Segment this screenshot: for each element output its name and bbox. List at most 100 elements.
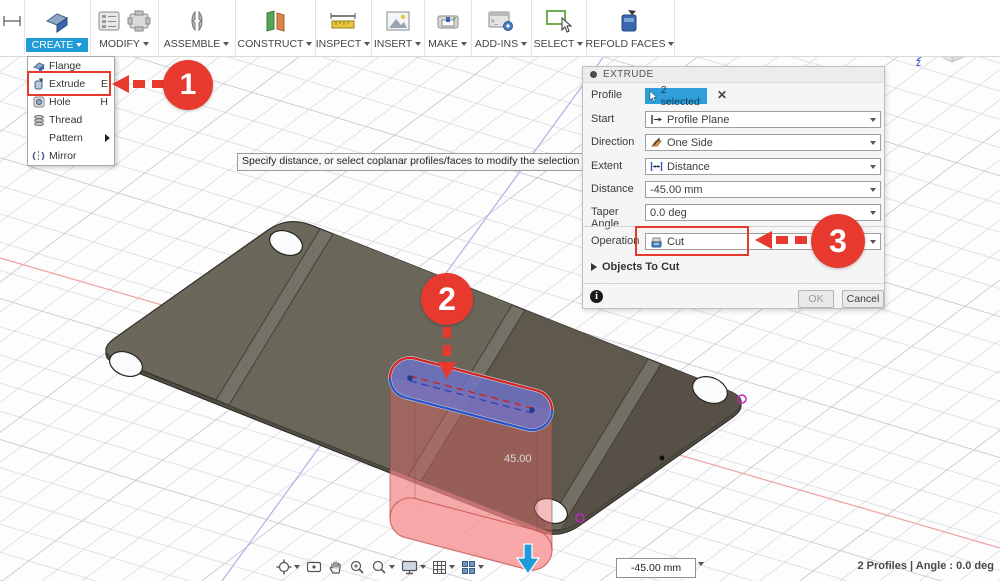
extrude-dialog: EXTRUDE Profile 2 selected ✕ Start Profi… [582, 66, 885, 309]
status-tooltip: Specify distance, or select coplanar pro… [237, 153, 584, 171]
hole-icon [32, 96, 45, 109]
toolbar-group-insert[interactable]: INSERT [371, 0, 425, 55]
toolbar-group-addins[interactable]: >_ ADD-INS [471, 0, 532, 55]
make-printer-icon [435, 10, 461, 32]
objects-to-cut-label: Objects To Cut [602, 261, 679, 273]
pan-tool-button[interactable] [328, 560, 343, 575]
chevron-down-icon [306, 42, 312, 46]
sketch-midpoint[interactable] [660, 456, 665, 461]
info-icon[interactable]: i [590, 290, 603, 303]
flange-icon [44, 9, 70, 33]
menu-item-thread[interactable]: Thread [28, 111, 114, 129]
select-menu-button[interactable]: SELECT [534, 38, 584, 50]
toolbar-group-construct[interactable]: CONSTRUCT [235, 0, 316, 55]
callout-1: 1 [163, 60, 213, 110]
profile-selection-count: 2 selected [661, 84, 707, 108]
toolbar-group-modify[interactable]: MODIFY [90, 0, 159, 55]
extrude-dimension-label: 45.00 [504, 453, 532, 465]
slot-center-point-2[interactable] [529, 407, 535, 413]
dialog-title: EXTRUDE [603, 69, 654, 80]
main-toolbar: CREATE MODIFY ASSEMBLE CONSTRUCT INSPECT… [0, 0, 1000, 57]
highlight-box-extrude [27, 71, 111, 96]
profile-selection-chip[interactable]: 2 selected [645, 88, 707, 104]
distance-value: -45.00 mm [650, 184, 703, 196]
grid-settings-button[interactable] [432, 560, 455, 575]
menu-item-pattern[interactable]: Pattern [28, 129, 114, 147]
zoom-tool-button[interactable] [349, 559, 365, 575]
highlight-box-operation [635, 226, 749, 256]
inspect-ruler-icon [329, 11, 357, 31]
toolbar-group-create[interactable]: CREATE [24, 0, 91, 55]
modify-plate-icon [127, 10, 151, 32]
menu-item-label: Mirror [49, 150, 110, 162]
profile-label: Profile [591, 89, 645, 101]
selection-status-text: 2 Profiles | Angle : 0.0 deg [857, 560, 994, 572]
chevron-down-icon [521, 42, 527, 46]
distance-input-dropdown-icon[interactable] [698, 562, 704, 566]
toolbar-group-make[interactable]: MAKE [424, 0, 472, 55]
toolbar-group-select[interactable]: SELECT [531, 0, 587, 55]
inspect-menu-button[interactable]: INSPECT [316, 38, 371, 50]
toolbar-group-assemble[interactable]: ASSEMBLE [158, 0, 236, 55]
viewports-button[interactable] [461, 560, 484, 575]
direction-combobox[interactable]: One Side [645, 134, 881, 151]
zoom-window-button[interactable] [371, 559, 395, 575]
dialog-separator [583, 283, 884, 284]
chevron-down-icon [449, 565, 455, 569]
flat-pattern-icon [2, 12, 22, 30]
create-menu-button[interactable]: CREATE [26, 38, 89, 52]
start-value: Profile Plane [667, 114, 729, 126]
chevron-down-icon [420, 565, 426, 569]
modify-menu-button[interactable]: MODIFY [99, 38, 149, 50]
chevron-down-icon [461, 42, 467, 46]
dialog-header[interactable]: EXTRUDE [583, 67, 884, 83]
toolbar-group-inspect[interactable]: INSPECT [315, 0, 372, 55]
extent-value: Distance [667, 161, 710, 173]
direction-label: Direction [591, 136, 645, 148]
chevron-down-icon [143, 42, 149, 46]
refold-faces-menu-button[interactable]: REFOLD FACES [586, 38, 675, 50]
refold-faces-icon [618, 9, 642, 33]
insert-menu-button[interactable]: INSERT [374, 38, 421, 50]
menu-item-label: Thread [49, 114, 110, 126]
pattern-icon [32, 132, 45, 145]
chevron-down-icon [870, 211, 876, 215]
ok-button[interactable]: OK [798, 290, 834, 308]
distance-label: Distance [591, 183, 645, 195]
z-axis-label: Z [916, 59, 921, 68]
chevron-down-icon [870, 165, 876, 169]
cancel-button[interactable]: Cancel [842, 290, 884, 308]
insert-image-icon [385, 10, 411, 32]
addins-menu-button[interactable]: ADD-INS [475, 38, 527, 50]
construct-menu-button[interactable]: CONSTRUCT [238, 38, 313, 50]
start-combobox[interactable]: Profile Plane [645, 111, 881, 128]
slot-center-point-1[interactable] [407, 375, 413, 381]
addins-icon: >_ [487, 9, 515, 33]
orbit-tool-button[interactable] [276, 559, 300, 575]
distance-value-input[interactable]: -45.00 mm [616, 558, 696, 578]
assemble-menu-button[interactable]: ASSEMBLE [164, 38, 230, 50]
chevron-down-icon [577, 42, 583, 46]
distance-input[interactable]: -45.00 mm [645, 181, 881, 198]
toolbar-group-refold[interactable]: REFOLD FACES [586, 0, 675, 55]
menu-item-label: Hole [49, 96, 96, 108]
make-label: MAKE [428, 38, 458, 50]
objects-to-cut-expander[interactable]: Objects To Cut [591, 261, 679, 273]
modify-label: MODIFY [99, 38, 140, 50]
fusion360-window: 45.00 TOP FRONT RIGHT Z CREATE [0, 0, 1000, 581]
display-settings-button[interactable] [401, 560, 426, 575]
chevron-down-icon [389, 565, 395, 569]
look-at-tool-button[interactable] [306, 560, 322, 574]
make-menu-button[interactable]: MAKE [428, 38, 467, 50]
one-side-icon [650, 137, 663, 148]
taper-angle-value: 0.0 deg [650, 207, 687, 219]
chevron-down-icon [478, 565, 484, 569]
modify-list-icon [97, 10, 121, 32]
menu-item-mirror[interactable]: Mirror [28, 147, 114, 165]
clear-selection-icon[interactable]: ✕ [717, 89, 729, 101]
direction-value: One Side [667, 137, 713, 149]
select-icon [545, 8, 573, 34]
extent-combobox[interactable]: Distance [645, 158, 881, 175]
chevron-down-icon [223, 42, 229, 46]
submenu-arrow-icon [105, 134, 110, 142]
